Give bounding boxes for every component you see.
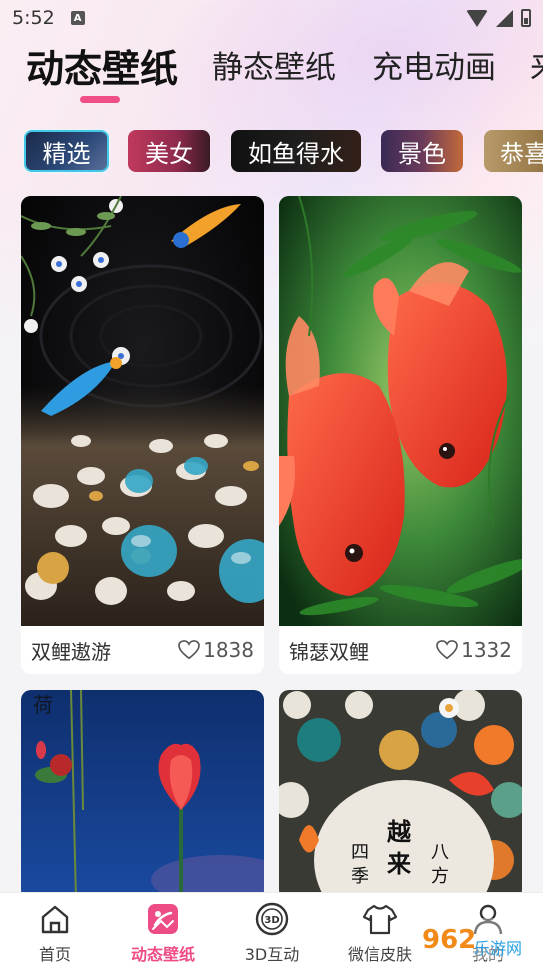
- card-title: 锦瑟双鲤: [289, 639, 369, 664]
- 3d-icon: 3D: [255, 902, 289, 936]
- wallpaper-card[interactable]: 越 来 八 方 四 季: [279, 690, 522, 900]
- card-footer: 锦瑟双鲤 1332: [279, 626, 522, 674]
- 3d-icon-text: 3D: [264, 915, 279, 926]
- calligraphy-char: 季: [351, 866, 369, 887]
- status-bar: 5:52 A: [0, 0, 543, 36]
- category-chips: 精选 美女 如鱼得水 景色 恭喜: [0, 128, 543, 174]
- wallpaper-thumbnail: [21, 196, 264, 626]
- tab-more[interactable]: 来: [530, 42, 543, 87]
- wallpaper-thumbnail: 荷: [21, 690, 264, 900]
- nav-home[interactable]: 首页: [0, 893, 110, 967]
- calligraphy-char: 八: [431, 842, 449, 863]
- top-tab-bar: 动态壁纸 静态壁纸 充电动画 来: [0, 38, 543, 108]
- stone-calligraphy-image: 越 来 八 方 四 季: [279, 690, 522, 900]
- wallpaper-thumbnail: 越 来 八 方 四 季: [279, 690, 522, 900]
- tab-indicator: [80, 96, 120, 103]
- like-count[interactable]: 1838: [178, 638, 254, 662]
- tab-dynamic-wallpaper[interactable]: 动态壁纸: [26, 38, 178, 93]
- chip-label: 恭喜: [500, 139, 543, 168]
- heart-icon: [436, 640, 458, 660]
- wallpaper-icon: [148, 904, 178, 934]
- nav-label: 3D互动: [244, 945, 300, 964]
- svg-text:荷: 荷: [33, 693, 53, 717]
- red-carp-image: [279, 196, 522, 626]
- chip-label: 精选: [42, 139, 91, 168]
- heart-icon: [178, 640, 200, 660]
- calligraphy-char: 四: [351, 842, 369, 863]
- like-count[interactable]: 1332: [436, 638, 512, 662]
- like-number: 1332: [461, 638, 512, 662]
- nav-label: 动态壁纸: [130, 945, 195, 964]
- notification-icon: A: [70, 11, 85, 25]
- wallpaper-card[interactable]: 双鲤遨游 1838: [21, 196, 264, 674]
- chip-congrats[interactable]: 恭喜: [484, 130, 543, 172]
- lotus-image: 荷: [21, 690, 264, 900]
- site-watermark: 962 乐游网: [418, 918, 534, 960]
- wifi-icon: [466, 9, 488, 27]
- chip-scenery[interactable]: 景色: [381, 130, 463, 172]
- calligraphy-char: 越: [387, 817, 412, 846]
- watermark-logo: 962: [422, 925, 476, 955]
- calligraphy-char: 方: [431, 866, 449, 887]
- chip-label: 美女: [145, 139, 193, 168]
- card-title: 双鲤遨游: [31, 639, 111, 664]
- chip-label: 如鱼得水: [248, 139, 344, 168]
- koi-pebbles-image: [21, 196, 264, 626]
- chip-fish[interactable]: 如鱼得水: [231, 130, 361, 172]
- watermark-text: 乐游网: [474, 939, 522, 958]
- chip-beauty[interactable]: 美女: [128, 130, 210, 172]
- wallpaper-card[interactable]: 荷: [21, 690, 264, 900]
- calligraphy-char: 来: [387, 849, 412, 878]
- card-footer: 双鲤遨游 1838: [21, 626, 264, 674]
- home-icon: [41, 905, 69, 934]
- chip-label: 景色: [398, 139, 446, 168]
- nav-dynamic-wallpaper[interactable]: 动态壁纸: [108, 893, 218, 967]
- nav-3d-interactive[interactable]: 3D 3D互动: [217, 893, 327, 967]
- chip-featured[interactable]: 精选: [24, 130, 109, 172]
- like-number: 1838: [203, 638, 254, 662]
- status-icons: [466, 9, 531, 27]
- shirt-icon: [362, 904, 398, 935]
- wallpaper-thumbnail: [279, 196, 522, 626]
- signal-icon: [496, 9, 513, 27]
- status-time: 5:52: [12, 7, 55, 29]
- tab-charging-animation[interactable]: 充电动画: [372, 42, 496, 87]
- nav-label: 首页: [38, 945, 71, 964]
- battery-icon: [521, 9, 531, 27]
- wallpaper-card[interactable]: 锦瑟双鲤 1332: [279, 196, 522, 674]
- tab-static-wallpaper[interactable]: 静态壁纸: [212, 42, 336, 87]
